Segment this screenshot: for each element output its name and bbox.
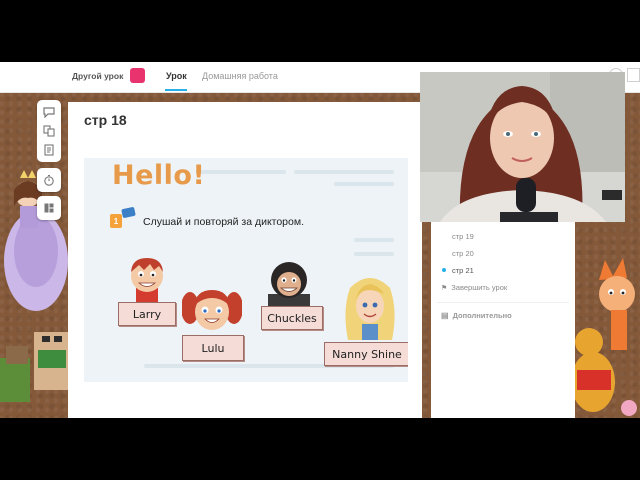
other-lesson-button[interactable]: Другой урок [72, 71, 123, 81]
webcam-video [420, 72, 625, 222]
app-stage: Другой урок Урок Домашняя работа стр 18 … [0, 62, 640, 418]
page-heading: Hello! [112, 160, 206, 191]
cd-icon [121, 206, 136, 219]
finish-lesson-button[interactable]: ⚑ Завершить урок [441, 283, 507, 292]
finish-lesson-label: Завершить урок [451, 283, 508, 292]
page-link-19[interactable]: стр 19 [452, 232, 474, 241]
character-name-nanny-shine: Nanny Shine [324, 342, 408, 366]
larry-illustration-icon [131, 258, 163, 302]
character-name-chuckles: Chuckles [261, 306, 323, 330]
timer-icon [44, 174, 54, 186]
faint-text-line [294, 170, 394, 174]
active-tab-indicator [165, 89, 187, 91]
teacher-video-frame [420, 72, 625, 222]
character-name-lulu: Lulu [182, 335, 244, 361]
character-name-larry: Larry [118, 302, 176, 326]
notes-tool-button[interactable] [37, 138, 61, 162]
notes-icon [44, 144, 54, 156]
tab-lesson[interactable]: Урок [166, 71, 187, 81]
tool-rail [37, 100, 61, 224]
additional-label: Дополнительно [452, 311, 512, 320]
chuckles-illustration-icon [268, 262, 310, 306]
cartoon-characters-decoration-icon [571, 258, 637, 416]
letterbox-top [0, 0, 640, 62]
lulu-illustration-icon [182, 290, 242, 330]
faint-text-line [354, 252, 394, 256]
current-page-dot [442, 268, 446, 272]
right-decoration [571, 222, 640, 418]
lesson-card: стр 18 Hello! 1 Слушай и повторяй за дик… [68, 102, 422, 418]
textbook-page: Hello! 1 Слушай и повторяй за диктором. … [84, 158, 408, 382]
nanny-shine-illustration-icon [345, 278, 395, 340]
chat-icon [43, 107, 55, 118]
layout-tool-button[interactable] [37, 196, 61, 220]
divider [437, 302, 569, 303]
faint-text-line [334, 182, 394, 186]
page-title: стр 18 [84, 112, 127, 128]
additional-materials-link[interactable]: ▤ Дополнительно [441, 311, 512, 320]
faint-text-line [354, 238, 394, 242]
layout-icon [44, 203, 54, 213]
faint-text-line [196, 170, 286, 174]
flag-icon: ⚑ [441, 285, 448, 292]
letterbox-bottom [0, 418, 640, 480]
page-link-21[interactable]: стр 21 [452, 266, 474, 275]
document-icon: ▤ [441, 311, 449, 320]
exercise-instruction[interactable]: Слушай и повторяй за диктором. [143, 216, 304, 228]
tab-homework[interactable]: Домашняя работа [202, 71, 278, 81]
exercise-number-icon: 1 [110, 214, 122, 228]
page-navigation-panel: стр 19 стр 20 стр 21 ⚑ Завершить урок ▤ До… [431, 222, 575, 418]
menu-icon[interactable] [627, 68, 640, 82]
translate-icon [43, 125, 55, 137]
timer-tool-button[interactable] [37, 168, 61, 192]
page-link-20[interactable]: стр 20 [452, 249, 474, 258]
lesson-color-badge[interactable] [130, 68, 145, 83]
